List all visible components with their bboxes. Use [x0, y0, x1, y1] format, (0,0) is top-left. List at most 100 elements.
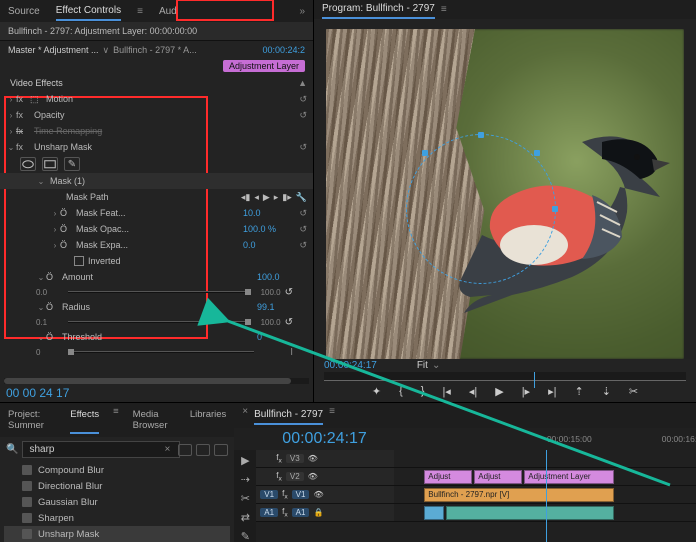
program-ruler[interactable] [324, 372, 686, 381]
radius-min: 0.1 [36, 318, 62, 327]
mask-expansion-label[interactable]: Mask Expa... [72, 240, 243, 250]
mask-track-fwd-icon[interactable]: ▮▸ [282, 192, 291, 203]
tab-media-browser[interactable]: Media Browser [133, 406, 176, 434]
list-item[interactable]: Unsharp Mask [4, 526, 230, 542]
mask-opacity-value[interactable]: 100.0 % [243, 224, 293, 234]
mask-play-icon[interactable]: ▶ [263, 192, 270, 203]
go-in-icon[interactable]: |◂ [442, 385, 450, 398]
mask-expansion-value[interactable]: 0.0 [243, 240, 293, 250]
seq-clip-label[interactable]: Bullfinch - 2797 * A... [113, 45, 197, 55]
unsharp-mask-effect[interactable]: Unsharp Mask [30, 142, 293, 152]
play-icon[interactable]: ▶ [495, 385, 503, 398]
amount-slider[interactable] [68, 291, 249, 293]
timeline-ruler[interactable]: 00:00:15:0000:00:16:0000:00: [387, 434, 696, 444]
lift-icon[interactable]: ⇡ [574, 385, 583, 398]
effects-search-input[interactable] [22, 441, 180, 458]
threshold-label[interactable]: Threshold [58, 332, 257, 342]
program-timecode[interactable]: 00:00:24:17 [324, 360, 377, 371]
32bit-badge-icon[interactable] [196, 444, 210, 456]
time-remapping-effect[interactable]: Time Remapping [30, 126, 307, 136]
accelerated-badge-icon[interactable] [178, 444, 192, 456]
threshold-value[interactable]: 0 [257, 332, 307, 342]
master-clip-label[interactable]: Master * Adjustment ... [8, 45, 99, 55]
zoom-fit-dropdown[interactable]: Fit [417, 360, 428, 371]
program-playhead[interactable] [534, 372, 535, 388]
clip-video[interactable]: Bullfinch - 2797.npr [V] [424, 488, 614, 502]
clip-adjustment[interactable]: Adjustment Layer [524, 470, 614, 484]
tab-effect-controls[interactable]: Effect Controls [56, 2, 121, 21]
mark-out-icon[interactable]: } [421, 385, 425, 398]
radius-max: 100.0 [255, 318, 281, 327]
tab-audio[interactable]: Aud [159, 3, 177, 20]
mask-wrench-icon[interactable]: 🔧 [296, 192, 307, 203]
mask-step-fwd-icon[interactable]: ▸ [274, 192, 279, 203]
tab-sequence[interactable]: Bullfinch - 2797 [254, 406, 323, 425]
source-panel-tabs: Source Effect Controls ≡ Aud » [0, 0, 313, 22]
timeline-playhead[interactable] [546, 450, 547, 542]
adjustment-layer-bar[interactable]: Adjustment Layer [223, 60, 305, 72]
mask-overlay[interactable] [406, 134, 556, 284]
tab-program[interactable]: Program: Bullfinch - 2797 [322, 0, 435, 19]
add-marker-icon[interactable]: ✦ [372, 385, 381, 398]
ripple-tool-icon[interactable]: ✂ [241, 492, 250, 505]
extract-icon[interactable]: ⇣ [602, 385, 611, 398]
list-item[interactable]: Sharpen [4, 510, 230, 526]
clip-header: Bullfinch - 2797: Adjustment Layer: 00:0… [0, 22, 313, 41]
mask-opacity-label[interactable]: Mask Opac... [72, 224, 243, 234]
tab-libraries[interactable]: Libraries [190, 406, 226, 434]
panel-scrollbar[interactable] [4, 378, 291, 384]
amount-value[interactable]: 100.0 [257, 272, 307, 282]
threshold-min: 0 [36, 348, 62, 357]
export-frame-icon[interactable]: ✂ [629, 385, 638, 398]
video-effects-heading: Video Effects [6, 78, 293, 88]
effects-result-list: Compound Blur Directional Blur Gaussian … [0, 462, 234, 542]
opacity-effect[interactable]: Opacity [30, 110, 293, 120]
amount-label[interactable]: Amount [58, 272, 257, 282]
go-out-icon[interactable]: ▸| [548, 385, 556, 398]
clip-audio[interactable] [424, 506, 444, 520]
step-back-icon[interactable]: ◂| [469, 385, 477, 398]
tab-source[interactable]: Source [8, 3, 40, 20]
list-item[interactable]: Directional Blur [4, 478, 230, 494]
mask-feather-label[interactable]: Mask Feat... [72, 208, 243, 218]
step-fwd-icon[interactable]: |▸ [522, 385, 530, 398]
list-item[interactable]: Gaussian Blur [4, 494, 230, 510]
clip-audio[interactable] [446, 506, 614, 520]
mask-track-back-icon[interactable]: ◂▮ [241, 192, 250, 203]
amount-min: 0.0 [36, 288, 62, 297]
mask-step-back-icon[interactable]: ◂ [254, 192, 259, 203]
clip-adjustment[interactable]: Adjust [424, 470, 472, 484]
mask-feather-value[interactable]: 10.0 [243, 208, 293, 218]
search-icon: 🔍 [6, 444, 18, 455]
pen-tool-icon[interactable]: ✎ [241, 530, 250, 542]
ruler-timecode: 00:00:24:2 [262, 45, 305, 55]
tab-effects[interactable]: Effects [70, 406, 99, 434]
panel-menu-icon[interactable]: » [299, 6, 305, 17]
mask-inverted-label: Inverted [88, 256, 121, 266]
clear-search-icon[interactable]: × [164, 444, 170, 455]
motion-effect[interactable]: Motion [42, 94, 293, 104]
list-item[interactable]: Compound Blur [4, 462, 230, 478]
threshold-slider[interactable] [68, 351, 254, 353]
program-transport: ✦ { } |◂ ◂| ▶ |▸ ▸| ⇡ ⇣ ✂ [314, 381, 696, 402]
program-monitor-view[interactable] [326, 29, 684, 359]
mark-in-icon[interactable]: { [399, 385, 403, 398]
panel-timecode[interactable]: 00 00 24 17 [0, 384, 313, 402]
amount-max: 100.0 [255, 288, 281, 297]
tab-project[interactable]: Project: Summer [8, 406, 56, 434]
mask-ellipse-tool[interactable] [20, 157, 36, 171]
mask-rect-tool[interactable] [42, 157, 58, 171]
radius-value[interactable]: 99.1 [257, 302, 307, 312]
timeline-timecode[interactable]: 00:00:24:17 [242, 430, 387, 448]
yuv-badge-icon[interactable] [214, 444, 228, 456]
mask-1[interactable]: Mask (1) [46, 176, 307, 186]
mask-inverted-checkbox[interactable] [74, 256, 84, 266]
slip-tool-icon[interactable]: ⇄ [241, 511, 250, 524]
radius-slider[interactable] [68, 321, 249, 323]
track-select-tool-icon[interactable]: ⇢ [241, 473, 250, 486]
mask-pen-tool[interactable]: ✎ [64, 157, 80, 171]
clip-adjustment[interactable]: Adjust [474, 470, 522, 484]
radius-label[interactable]: Radius [58, 302, 257, 312]
mask-path[interactable]: Mask Path [62, 192, 241, 202]
selection-tool-icon[interactable]: ▶ [241, 454, 249, 467]
